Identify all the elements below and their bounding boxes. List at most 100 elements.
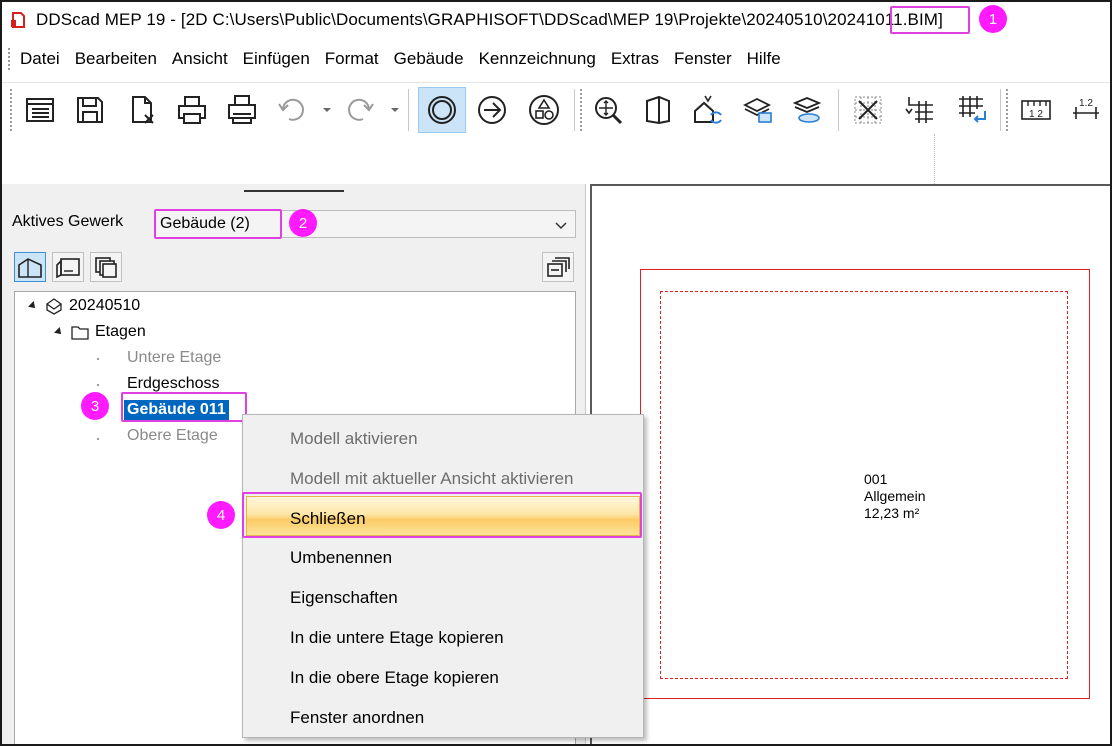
menu-item-close[interactable]: Schließen [290,509,366,529]
circle-select-button[interactable] [418,87,466,133]
drawing-canvas[interactable]: 001 Allgemein 12,23 m² [590,184,1110,744]
house-sync-button[interactable] [688,89,728,131]
menu-item-copy-to-upper-floor[interactable]: In die obere Etage kopieren [290,668,499,688]
menu-einfuegen[interactable]: Einfügen [243,49,310,69]
undo-button[interactable] [272,89,312,131]
annotation-badge-4: 4 [207,501,235,529]
title-filename: 1011.BIM [865,10,939,29]
view-3d-icon [646,95,670,125]
menubar-grip [8,48,11,70]
tree-connector [97,358,99,360]
toolbar-grip [1006,89,1009,131]
menu-datei[interactable]: Datei [20,49,60,69]
annotation-badge-3: 3 [81,392,109,420]
redo-icon [348,98,374,121]
panel-splitter[interactable] [244,190,344,192]
arrow-right-button[interactable] [472,89,512,131]
tree-item-label: Untere Etage [127,349,222,366]
undo-icon [278,98,304,121]
dimension-label: 1.2 [1079,98,1093,109]
grid-return-icon [959,96,986,123]
layers-stack-button[interactable] [788,89,828,131]
grid-cross-button[interactable] [848,89,888,131]
toolbar-separator [1000,89,1001,131]
close-file-button[interactable] [122,89,162,131]
print-icon [178,96,206,124]
menu-item-rename[interactable]: Umbenennen [290,548,392,568]
folder-icon [71,326,89,340]
grid-arrow-button[interactable] [900,89,940,131]
ruler-button[interactable]: 1 2 [1016,89,1056,131]
collapse-all-button[interactable] [542,252,574,282]
house-sync-icon [694,95,722,124]
menu-extras[interactable]: Extras [611,49,659,69]
menu-kennzeichnung[interactable]: Kennzeichnung [479,49,596,69]
layers-icon [742,97,772,123]
grid-return-button[interactable] [952,89,992,131]
dimension-button[interactable]: 1.2 [1066,89,1106,131]
room-area: 12,23 m² [864,505,920,521]
annotation-badge-2: 2 [289,209,317,237]
menu-item-copy-to-lower-floor[interactable]: In die untere Etage kopieren [290,628,504,648]
building-view-button[interactable] [14,252,46,282]
tree-item-ground-floor[interactable]: Erdgeschoss [127,372,220,396]
redo-button[interactable] [340,89,380,131]
room-label: 001 Allgemein 12,23 m² [864,471,925,522]
menu-item-activate-model-current-view[interactable]: Modell mit aktueller Ansicht aktivieren [290,469,573,489]
tree-floors-folder[interactable]: Etagen [54,320,146,344]
ruler-12-icon: 1 2 [1021,100,1051,120]
stack-pages-icon [95,257,117,278]
properties-button[interactable] [20,89,60,131]
toolbar-separator [838,89,839,131]
menu-item-arrange-windows[interactable]: Fenster anordnen [290,708,424,728]
view-3d-button[interactable] [638,89,678,131]
dimension-icon: 1.2 [1073,98,1099,119]
menu-hilfe[interactable]: Hilfe [747,49,781,69]
tree-item-upper-floor[interactable]: Obere Etage [127,424,218,448]
app-logo-icon [11,12,25,28]
context-menu: Modell aktivieren Modell mit aktueller A… [242,414,644,738]
tree-item-label: Gebäude 011 [124,400,229,420]
building-node-icon [45,298,63,315]
menu-gebaeude[interactable]: Gebäude [394,49,464,69]
menu-item-properties[interactable]: Eigenschaften [290,588,398,608]
toolbar-separator [408,89,409,131]
application-window: DDScad MEP 19 - [2D C:\Users\Public\Docu… [0,0,1112,746]
save-button[interactable] [70,89,110,131]
undo-dropdown-icon[interactable] [322,105,332,115]
zoom-button[interactable] [588,89,628,131]
toolbar-row-secondary [2,134,1110,184]
menu-format[interactable]: Format [325,49,379,69]
tree-item-building-011[interactable]: Gebäude 011 [124,398,229,422]
tree-root[interactable]: 20240510 [28,294,141,318]
expand-arrow-icon[interactable] [54,327,64,337]
layers-button[interactable] [738,89,778,131]
print-preview-button[interactable] [222,89,262,131]
menu-bearbeiten[interactable]: Bearbeiten [75,49,157,69]
tree-connector [97,438,99,440]
print-button[interactable] [172,89,212,131]
tree-root-label: 20240510 [69,297,141,314]
annotation-badge-1: 1 [979,5,1007,33]
grid-cross-icon [854,96,882,124]
expand-arrow-icon[interactable] [28,301,38,311]
window-title: DDScad MEP 19 - [2D C:\Users\Public\Docu… [36,10,943,30]
menu-fenster[interactable]: Fenster [674,49,732,69]
collapse-windows-icon [547,257,570,277]
layers-stack-icon [792,97,822,123]
tree-item-lower-floor[interactable]: Untere Etage [127,346,221,370]
active-trade-dropdown[interactable]: Gebäude (2) [155,210,576,238]
layer-view-button[interactable] [90,252,122,282]
active-trade-value: Gebäude (2) [160,215,250,232]
menu-bar: Datei Bearbeiten Ansicht Einfügen Format… [2,42,1110,76]
menu-ansicht[interactable]: Ansicht [172,49,228,69]
tree-connector [97,384,99,386]
shapes-icon [529,95,559,125]
shapes-button[interactable] [524,89,564,131]
tree-item-label: Obere Etage [127,427,218,444]
toolbar-separator [574,89,575,131]
active-trade-label: Aktives Gewerk [12,213,124,230]
redo-dropdown-icon[interactable] [390,105,400,115]
floor-view-button[interactable] [52,252,84,282]
menu-item-activate-model[interactable]: Modell aktivieren [290,429,418,449]
